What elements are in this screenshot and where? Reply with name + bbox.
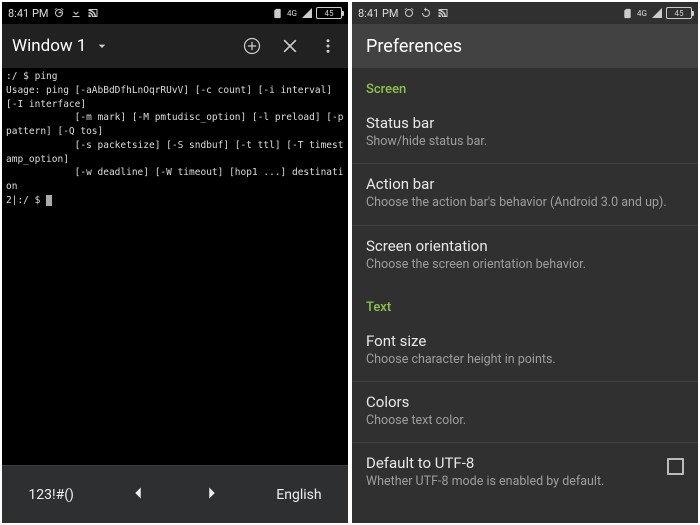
preferences-app-bar: Preferences: [352, 24, 698, 68]
cast-icon: [436, 7, 449, 20]
sim-icon: [271, 7, 284, 20]
terminal-output[interactable]: :/ $ ping Usage: ping [-aAbBdDfhLnOqrRUv…: [2, 68, 348, 462]
add-window-button[interactable]: [242, 36, 262, 56]
kbd-forward-button[interactable]: [191, 476, 233, 514]
download-icon: [69, 7, 82, 20]
status-bar-right: 8:41 PM 4G 45: [352, 2, 698, 24]
pref-summary: Whether UTF-8 mode is enabled by default…: [366, 474, 684, 490]
window-title: Window 1: [12, 36, 86, 56]
app-bar: Window 1: [2, 24, 348, 68]
status-time: 8:41 PM: [8, 7, 48, 20]
sync-icon: [419, 7, 432, 20]
pref-screen-orientation[interactable]: Screen orientation Choose the screen ori…: [352, 226, 698, 286]
terminal-line: [-m mark] [-M pmtudisc_option] [-l prelo…: [6, 112, 348, 137]
battery-icon: 45: [666, 7, 692, 19]
pref-summary: Choose the action bar's behavior (Androi…: [366, 195, 684, 211]
pref-summary: Choose character height in points.: [366, 352, 684, 368]
signal-icon: [300, 7, 313, 20]
kbd-language-button[interactable]: English: [266, 481, 331, 509]
preferences-list[interactable]: Screen Status bar Show/hide status bar. …: [352, 68, 698, 504]
terminal-line: 2|:/ $: [6, 195, 46, 206]
pref-title: Status bar: [366, 114, 684, 132]
keyboard-suggestion-bar: 123!#() English: [2, 465, 348, 523]
signal-icon: [650, 7, 663, 20]
dropdown-icon: [92, 36, 112, 56]
cast-icon: [86, 7, 99, 20]
terminal-line: [-w deadline] [-W timeout] [hop1 ...] de…: [6, 167, 343, 192]
pref-summary: Show/hide status bar.: [366, 134, 684, 150]
alarm-icon: [402, 7, 415, 20]
pref-action-bar[interactable]: Action bar Choose the action bar's behav…: [352, 164, 698, 224]
alarm-icon: [52, 7, 65, 20]
pref-title: Default to UTF-8: [366, 454, 684, 472]
pref-default-utf8[interactable]: Default to UTF-8 Whether UTF-8 mode is e…: [352, 443, 698, 503]
terminal-pane: 8:41 PM 4G 45 Window 1 :/ $ ping Usage: …: [2, 2, 348, 523]
close-window-button[interactable]: [280, 36, 300, 56]
kbd-symbols-button[interactable]: 123!#(): [18, 481, 84, 509]
battery-icon: 45: [316, 7, 342, 19]
checkbox-icon[interactable]: [667, 458, 684, 475]
network-label: 4G: [637, 9, 647, 18]
cursor-icon: [46, 195, 52, 206]
page-title: Preferences: [366, 36, 462, 57]
pref-title: Screen orientation: [366, 237, 684, 255]
pref-summary: Choose text color.: [366, 413, 684, 429]
preferences-pane: 8:41 PM 4G 45 Preferences Screen Status …: [352, 2, 698, 523]
pref-title: Action bar: [366, 175, 684, 193]
window-switcher[interactable]: Window 1: [12, 36, 112, 56]
overflow-menu-button[interactable]: [318, 36, 338, 56]
network-label: 4G: [287, 9, 297, 18]
terminal-line: Usage: ping [-aAbBdDfhLnOqrRUvV] [-c cou…: [6, 85, 338, 110]
pref-title: Font size: [366, 332, 684, 350]
terminal-line: [-s packetsize] [-S sndbuf] [-t ttl] [-T…: [6, 140, 343, 165]
pref-font-size[interactable]: Font size Choose character height in poi…: [352, 321, 698, 381]
pref-title: Colors: [366, 393, 684, 411]
pref-status-bar[interactable]: Status bar Show/hide status bar.: [352, 103, 698, 163]
category-screen: Screen: [352, 68, 698, 103]
category-text: Text: [352, 286, 698, 321]
terminal-line: :/ $ ping: [6, 71, 57, 82]
pref-colors[interactable]: Colors Choose text color.: [352, 382, 698, 442]
status-time: 8:41 PM: [358, 7, 398, 20]
sim-icon: [621, 7, 634, 20]
pref-summary: Choose the screen orientation behavior.: [366, 257, 684, 273]
status-bar-left: 8:41 PM 4G 45: [2, 2, 348, 24]
kbd-back-button[interactable]: [117, 476, 159, 514]
